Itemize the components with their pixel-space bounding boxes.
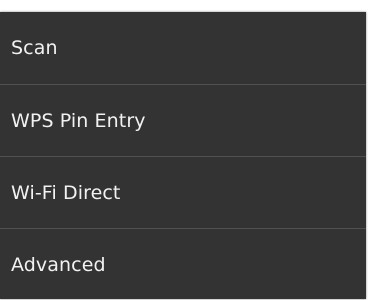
menu-item-label: Advanced <box>11 253 106 276</box>
menu-item-label: WPS Pin Entry <box>11 109 146 132</box>
overflow-menu: Scan WPS Pin Entry Wi-Fi Direct Advanced <box>0 12 366 299</box>
menu-item-label: Wi-Fi Direct <box>11 181 121 204</box>
menu-item-wps-pin-entry[interactable]: WPS Pin Entry <box>0 85 366 156</box>
menu-item-advanced[interactable]: Advanced <box>0 229 366 300</box>
menu-item-label: Scan <box>11 36 58 59</box>
menu-item-wifi-direct[interactable]: Wi-Fi Direct <box>0 157 366 228</box>
menu-item-scan[interactable]: Scan <box>0 12 366 83</box>
